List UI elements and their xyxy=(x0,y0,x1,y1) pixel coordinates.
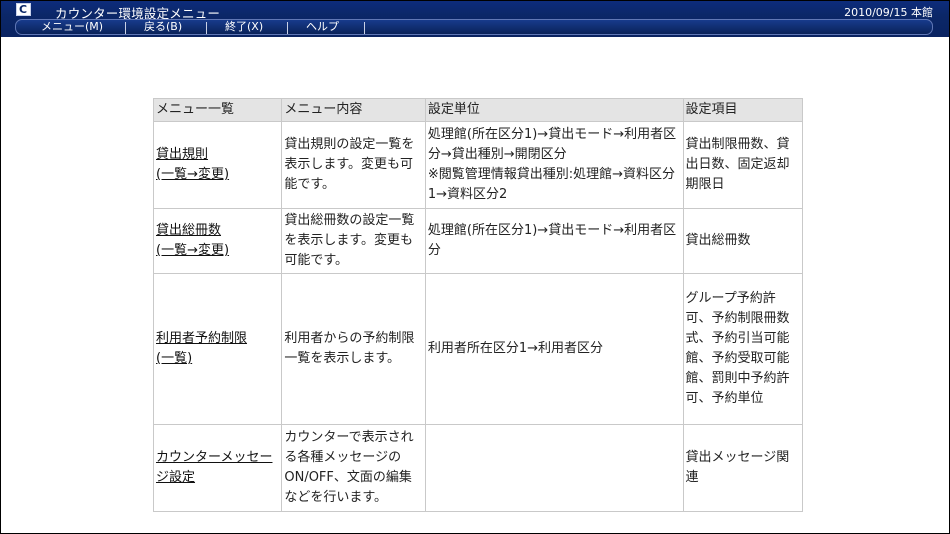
setting-unit-cell: 処理館(所在区分1)→貸出モード→利用者区分→貸出種別→開閉区分 ※閲覧管理情報… xyxy=(424,121,684,209)
menu-link-cell: 貸出規則 (一覧→変更) xyxy=(152,121,283,209)
loan-rules-link[interactable]: 貸出規則 (一覧→変更) xyxy=(156,147,229,182)
table-row: カウンターメッセージ設定 カウンターで表示される各種メッセージのON/OFF、文… xyxy=(152,424,803,512)
menu-link-cell: カウンターメッセージ設定 xyxy=(152,424,283,512)
table-row: 利用者予約制限 (一覧) 利用者からの予約制限一覧を表示します。 利用者所在区分… xyxy=(152,273,803,425)
menu-separator xyxy=(364,22,365,34)
setting-unit-cell: 処理館(所在区分1)→貸出モード→利用者区分 xyxy=(424,208,684,274)
setting-items-cell: 貸出メッセージ関連 xyxy=(682,424,803,512)
table-row: 貸出総冊数 (一覧→変更) 貸出総冊数の設定一覧を表示します。変更も可能です。 … xyxy=(152,208,803,274)
settings-menu-table: メニュー一覧 メニュー内容 設定単位 設定項目 貸出規則 (一覧→変更) 貸出規… xyxy=(152,98,803,512)
menu-content-cell: 利用者からの予約制限一覧を表示します。 xyxy=(281,273,426,425)
menu-separator xyxy=(287,22,288,34)
header-menu-list: メニュー一覧 xyxy=(152,98,283,122)
header-menu-content: メニュー内容 xyxy=(281,98,426,122)
menu-item-back[interactable]: 戻る(B) xyxy=(144,20,182,34)
date-location: 2010/09/15 本館 xyxy=(844,6,933,19)
menu-content-cell: 貸出総冊数の設定一覧を表示します。変更も可能です。 xyxy=(281,208,426,274)
total-loan-count-link[interactable]: 貸出総冊数 (一覧→変更) xyxy=(156,223,229,258)
header-setting-unit: 設定単位 xyxy=(424,98,684,122)
table-header-row: メニュー一覧 メニュー内容 設定単位 設定項目 xyxy=(152,98,803,122)
menu-content-cell: カウンターで表示される各種メッセージのON/OFF、文面の編集などを行います。 xyxy=(281,424,426,512)
menu-item-menu[interactable]: メニュー(M) xyxy=(41,20,103,34)
menu-separator xyxy=(206,22,207,34)
counter-message-settings-link[interactable]: カウンターメッセージ設定 xyxy=(156,450,272,485)
menu-item-help[interactable]: ヘルプ xyxy=(306,20,339,34)
menu-item-exit[interactable]: 終了(X) xyxy=(225,20,263,34)
menu-bar: メニュー(M) 戻る(B) 終了(X) ヘルプ xyxy=(15,19,933,35)
user-reservation-limit-link[interactable]: 利用者予約制限 (一覧) xyxy=(156,331,247,366)
menu-link-cell: 貸出総冊数 (一覧→変更) xyxy=(152,208,283,274)
menu-content-cell: 貸出規則の設定一覧を表示します。変更も可能です。 xyxy=(281,121,426,209)
setting-items-cell: 貸出総冊数 xyxy=(682,208,803,274)
header-setting-items: 設定項目 xyxy=(682,98,803,122)
setting-items-cell: グループ予約許可、予約制限冊数式、予約引当可能館、予約受取可能館、罰則中予約許可… xyxy=(682,273,803,425)
setting-unit-cell: 利用者所在区分1→利用者区分 xyxy=(424,273,684,425)
table-row: 貸出規則 (一覧→変更) 貸出規則の設定一覧を表示します。変更も可能です。 処理… xyxy=(152,121,803,209)
menu-link-cell: 利用者予約制限 (一覧) xyxy=(152,273,283,425)
setting-unit-cell xyxy=(424,424,684,512)
setting-items-cell: 貸出制限冊数、貸出日数、固定返却期限日 xyxy=(682,121,803,209)
menu-separator xyxy=(125,22,126,34)
title-row: C カウンター環境設定メニュー 2010/09/15 本館 xyxy=(1,1,949,21)
app-c-icon: C xyxy=(16,3,31,16)
app-window: C カウンター環境設定メニュー 2010/09/15 本館 メニュー(M) 戻る… xyxy=(0,0,950,534)
title-bar: C カウンター環境設定メニュー 2010/09/15 本館 メニュー(M) 戻る… xyxy=(1,1,949,37)
